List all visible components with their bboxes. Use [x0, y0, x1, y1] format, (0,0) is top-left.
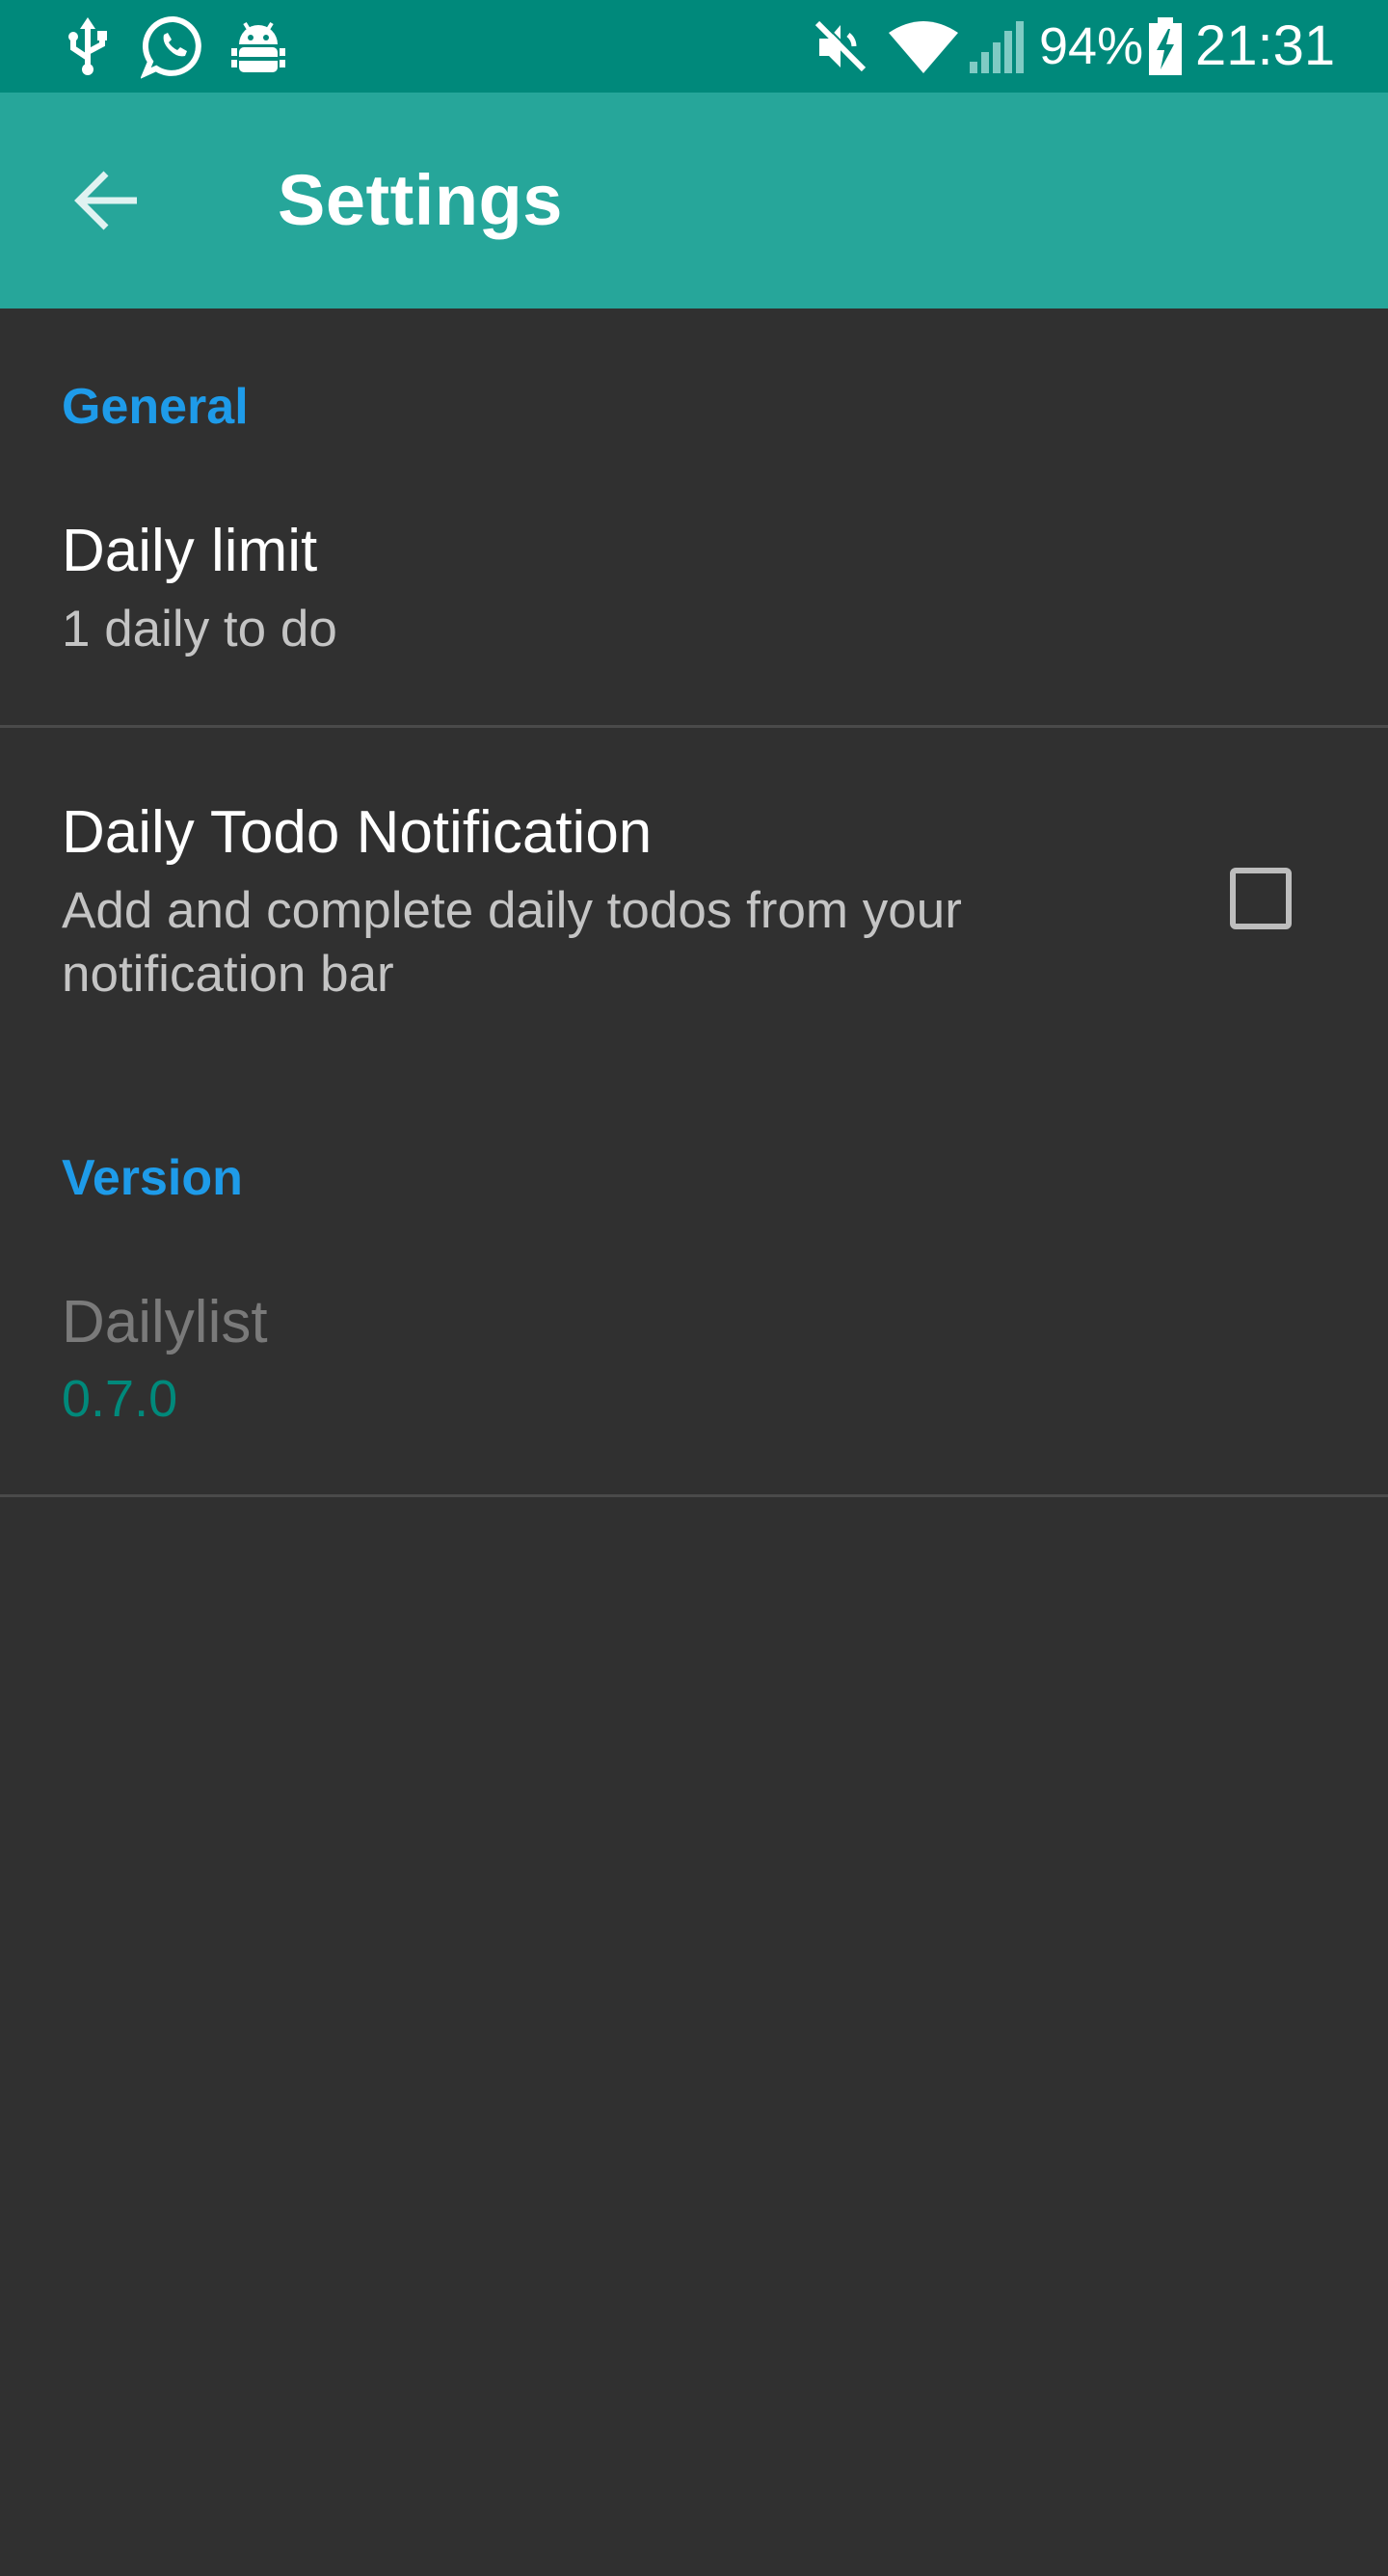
pref-notification-summary-line2: notification bar: [62, 946, 394, 1003]
app-name: Dailylist: [62, 1289, 268, 1355]
page-title: Settings: [278, 160, 563, 240]
pref-version-info: Dailylist 0.7.0: [0, 1253, 1388, 1494]
app-bar: Settings: [0, 93, 1388, 309]
divider: [0, 1494, 1388, 1497]
pref-daily-todo-notification[interactable]: Daily Todo Notification Add and complete…: [0, 729, 1388, 1018]
back-button[interactable]: [58, 150, 158, 251]
mute-icon: [812, 17, 869, 80]
wifi-icon: [887, 19, 960, 80]
pref-daily-limit-summary: 1 daily to do: [62, 601, 337, 657]
divider: [0, 725, 1388, 728]
notification-checkbox[interactable]: [1230, 868, 1292, 929]
signal-icon: [968, 19, 1026, 80]
status-bar: 94% 21:31: [0, 0, 1388, 93]
section-header-version: Version: [62, 1150, 243, 1206]
clock: 21:31: [1195, 14, 1336, 77]
arrow-back-icon: [73, 170, 143, 231]
section-header-general: General: [62, 379, 249, 435]
pref-daily-limit-title: Daily limit: [62, 518, 318, 584]
pref-notification-summary: Add and complete daily todos from your n…: [62, 879, 962, 1006]
whatsapp-icon: [140, 13, 206, 84]
pref-notification-summary-line1: Add and complete daily todos from your: [62, 882, 962, 939]
battery-charging-icon: [1147, 17, 1184, 82]
usb-icon: [64, 17, 112, 80]
version-number: 0.7.0: [62, 1370, 178, 1428]
pref-daily-limit[interactable]: Daily limit 1 daily to do: [0, 482, 1388, 723]
battery-percent: 94%: [1039, 17, 1144, 75]
android-debug-icon: [229, 19, 287, 80]
settings-screen: 94% 21:31 Settings General Daily limit 1: [0, 0, 1388, 2576]
pref-notification-title: Daily Todo Notification: [62, 799, 653, 866]
